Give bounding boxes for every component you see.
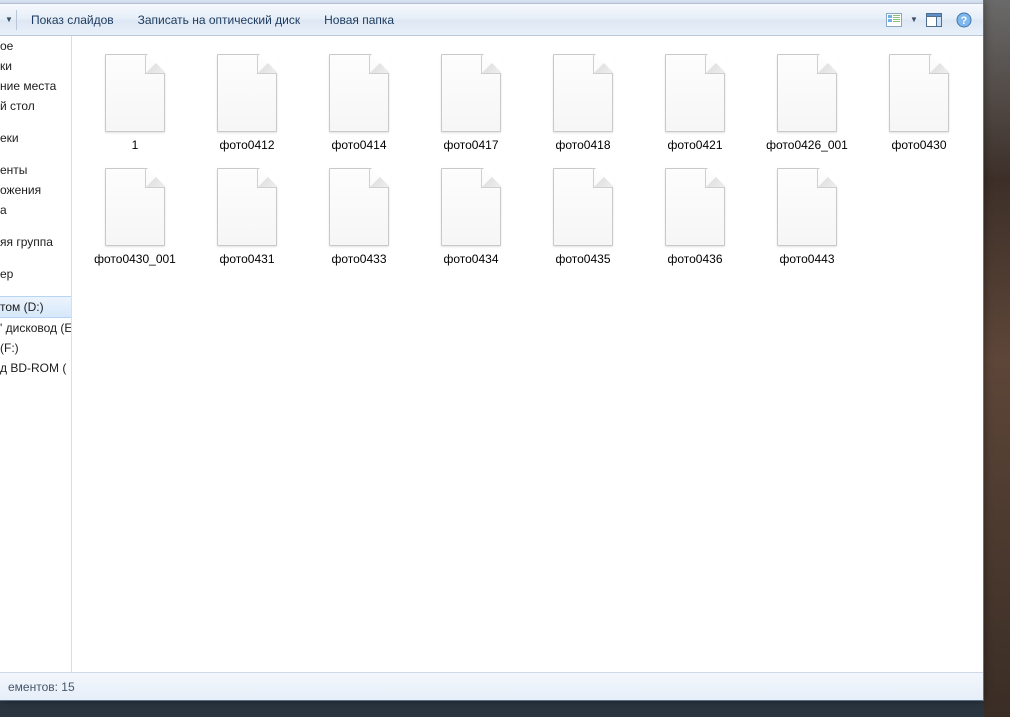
file-icon bbox=[217, 168, 277, 246]
help-button[interactable]: ? bbox=[951, 8, 977, 32]
file-icon bbox=[217, 54, 277, 132]
svg-text:?: ? bbox=[961, 15, 968, 27]
file-item[interactable]: фото0414 bbox=[314, 54, 404, 152]
file-item[interactable]: фото0443 bbox=[762, 168, 852, 266]
file-icon bbox=[553, 168, 613, 246]
file-icon bbox=[553, 54, 613, 132]
sidebar-item[interactable]: ки bbox=[0, 56, 71, 76]
file-icon bbox=[105, 168, 165, 246]
file-label: фото0433 bbox=[331, 252, 386, 266]
sidebar-item[interactable]: енты bbox=[0, 160, 71, 180]
sidebar-item-homegroup[interactable]: яя группа bbox=[0, 232, 71, 252]
file-icon bbox=[665, 168, 725, 246]
file-icon bbox=[441, 54, 501, 132]
sidebar-item-drive-bdrom[interactable]: д BD-ROM ( bbox=[0, 358, 71, 378]
file-icon bbox=[105, 54, 165, 132]
file-label: 1 bbox=[132, 138, 139, 152]
file-label: фото0414 bbox=[331, 138, 386, 152]
file-grid: 1 фото0412 фото0414 фото0417 фото0418 фото042… bbox=[90, 54, 973, 267]
burn-button[interactable]: Записать на оптический диск bbox=[126, 4, 313, 35]
view-options-button[interactable] bbox=[881, 8, 907, 32]
navigation-pane: ое ки ние места й стол еки енты ожения а… bbox=[0, 36, 72, 672]
file-icon bbox=[777, 168, 837, 246]
sidebar-item[interactable]: еки bbox=[0, 128, 71, 148]
slideshow-button[interactable]: Показ слайдов bbox=[19, 4, 126, 35]
explorer-window: ▼ Показ слайдов Записать на оптический д… bbox=[0, 0, 984, 701]
file-icon bbox=[889, 54, 949, 132]
file-label: фото0435 bbox=[555, 252, 610, 266]
file-label: фото0418 bbox=[555, 138, 610, 152]
preview-pane-button[interactable] bbox=[921, 8, 947, 32]
file-item[interactable]: фото0433 bbox=[314, 168, 404, 266]
file-item[interactable]: фото0430 bbox=[874, 54, 964, 152]
file-item[interactable]: фото0418 bbox=[538, 54, 628, 152]
file-item[interactable]: фото0412 bbox=[202, 54, 292, 152]
new-folder-button[interactable]: Новая папка bbox=[312, 4, 406, 35]
file-label: фото0426_001 bbox=[766, 138, 848, 152]
organize-dropdown-arrow[interactable]: ▼ bbox=[4, 4, 14, 35]
file-label: фото0430_001 bbox=[94, 252, 176, 266]
file-label: фото0417 bbox=[443, 138, 498, 152]
file-item[interactable]: фото0417 bbox=[426, 54, 516, 152]
sidebar-item[interactable]: ожения bbox=[0, 180, 71, 200]
command-bar: ▼ Показ слайдов Записать на оптический д… bbox=[0, 4, 983, 36]
file-item[interactable]: фото0435 bbox=[538, 168, 628, 266]
file-icon bbox=[329, 54, 389, 132]
file-list-pane[interactable]: 1 фото0412 фото0414 фото0417 фото0418 фото042… bbox=[72, 36, 983, 672]
view-options-dropdown-arrow[interactable]: ▼ bbox=[909, 4, 919, 35]
toolbar-separator bbox=[16, 10, 17, 30]
file-label: фото0434 bbox=[443, 252, 498, 266]
file-icon bbox=[665, 54, 725, 132]
file-icon bbox=[777, 54, 837, 132]
file-item[interactable]: фото0421 bbox=[650, 54, 740, 152]
file-item[interactable]: фото0430_001 bbox=[90, 168, 180, 266]
item-count-label: ементов: 15 bbox=[8, 680, 75, 694]
sidebar-item[interactable]: а bbox=[0, 200, 71, 220]
file-item[interactable]: фото0434 bbox=[426, 168, 516, 266]
burn-label: Записать на оптический диск bbox=[138, 13, 301, 27]
sidebar-item-drive-e[interactable]: ' дисковод (E bbox=[0, 318, 71, 338]
file-label: фото0431 bbox=[219, 252, 274, 266]
sidebar-item[interactable]: ние места bbox=[0, 76, 71, 96]
new-folder-label: Новая папка bbox=[324, 13, 394, 27]
file-label: фото0443 bbox=[779, 252, 834, 266]
file-icon bbox=[441, 168, 501, 246]
file-item[interactable]: фото0426_001 bbox=[762, 54, 852, 152]
file-label: фото0412 bbox=[219, 138, 274, 152]
sidebar-item-drive-f[interactable]: (F:) bbox=[0, 338, 71, 358]
file-item[interactable]: фото0436 bbox=[650, 168, 740, 266]
desktop-background-strip bbox=[984, 0, 1010, 717]
file-label: фото0436 bbox=[667, 252, 722, 266]
sidebar-item[interactable]: ое bbox=[0, 36, 71, 56]
sidebar-item-drive-d[interactable]: том (D:) bbox=[0, 296, 71, 318]
file-icon bbox=[329, 168, 389, 246]
file-item[interactable]: фото0431 bbox=[202, 168, 292, 266]
file-label: фото0430 bbox=[891, 138, 946, 152]
slideshow-label: Показ слайдов bbox=[31, 13, 114, 27]
sidebar-item-computer[interactable]: ер bbox=[0, 264, 71, 284]
sidebar-item[interactable]: й стол bbox=[0, 96, 71, 116]
status-bar: ементов: 15 bbox=[0, 672, 983, 700]
file-item[interactable]: 1 bbox=[90, 54, 180, 152]
file-label: фото0421 bbox=[667, 138, 722, 152]
